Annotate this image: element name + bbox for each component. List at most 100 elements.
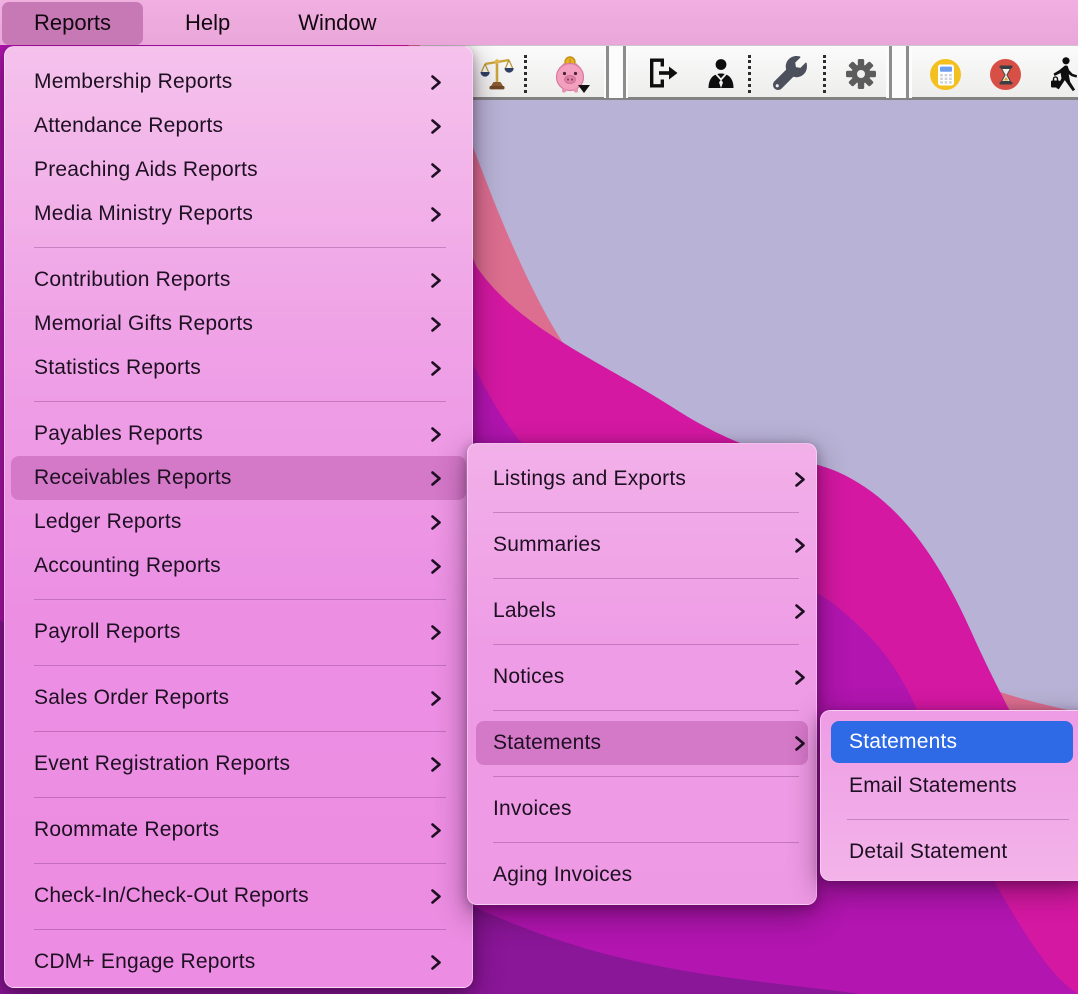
menu-item-label: Notices — [493, 665, 564, 689]
hourglass-timer-icon[interactable] — [990, 59, 1021, 90]
menu-divider — [468, 831, 816, 853]
calculator-icon[interactable] — [930, 59, 961, 90]
menu-item-label: Summaries — [493, 533, 601, 557]
balance-scales-icon[interactable] — [478, 54, 516, 92]
menubar-item-window[interactable]: Window — [266, 2, 408, 45]
chevron-right-icon — [430, 690, 442, 707]
toolbar-separator-double — [886, 46, 912, 98]
chevron-right-icon — [430, 316, 442, 333]
chevron-right-icon — [794, 669, 806, 686]
menu-item-check-in-check-out-reports[interactable]: Check-In/Check-Out Reports — [5, 874, 472, 918]
menu-divider — [468, 501, 816, 523]
menubar-item-label: Help — [185, 10, 230, 36]
receivables-reports-submenu: Listings and Exports Summaries Labels No… — [467, 443, 817, 905]
chevron-right-icon — [430, 360, 442, 377]
menu-item-label: Labels — [493, 599, 556, 623]
menu-divider — [5, 786, 472, 808]
toolbar-separator-dotted — [748, 55, 751, 93]
app-toolbar — [420, 45, 1078, 100]
menu-item-memorial-gifts-reports[interactable]: Memorial Gifts Reports — [5, 302, 472, 346]
menu-item-labels[interactable]: Labels — [468, 589, 816, 633]
menu-item-label: Preaching Aids Reports — [34, 158, 258, 182]
menubar-item-label: Reports — [34, 10, 111, 36]
menu-item-sales-order-reports[interactable]: Sales Order Reports — [5, 676, 472, 720]
menu-item-payables-reports[interactable]: Payables Reports — [5, 412, 472, 456]
menu-item-media-ministry-reports[interactable]: Media Ministry Reports — [5, 192, 472, 236]
menu-item-label: Contribution Reports — [34, 268, 231, 292]
menu-divider — [5, 720, 472, 742]
menu-item-event-registration-reports[interactable]: Event Registration Reports — [5, 742, 472, 786]
chevron-right-icon — [794, 537, 806, 554]
menu-item-label: Ledger Reports — [34, 510, 182, 534]
menu-divider — [468, 633, 816, 655]
chevron-right-icon — [430, 624, 442, 641]
chevron-right-icon — [430, 514, 442, 531]
chevron-right-icon — [430, 206, 442, 223]
menu-divider — [5, 654, 472, 676]
wrench-tools-icon[interactable] — [772, 56, 808, 90]
menu-item-email-statements[interactable]: Email Statements — [821, 764, 1078, 808]
chevron-right-icon — [430, 954, 442, 971]
menu-bar: Reports Help Window — [0, 0, 1078, 45]
menu-item-label: Sales Order Reports — [34, 686, 229, 710]
chevron-right-icon — [430, 822, 442, 839]
menu-item-detail-statement[interactable]: Detail Statement — [821, 830, 1078, 874]
menu-item-preaching-aids-reports[interactable]: Preaching Aids Reports — [5, 148, 472, 192]
piggy-bank-dropdown-caret[interactable] — [578, 85, 590, 93]
chevron-right-icon — [794, 471, 806, 488]
menu-item-attendance-reports[interactable]: Attendance Reports — [5, 104, 472, 148]
menu-item-contribution-reports[interactable]: Contribution Reports — [5, 258, 472, 302]
menu-item-notices[interactable]: Notices — [468, 655, 816, 699]
menu-item-statements-selected[interactable]: Statements — [831, 721, 1073, 763]
menu-item-label: Attendance Reports — [34, 114, 223, 138]
chevron-right-icon — [794, 735, 806, 752]
menu-item-label: Email Statements — [849, 774, 1017, 798]
menubar-item-reports[interactable]: Reports — [2, 2, 143, 45]
menu-item-label: Detail Statement — [849, 840, 1007, 864]
menu-item-statements[interactable]: Statements — [476, 721, 808, 765]
menu-item-aging-invoices[interactable]: Aging Invoices — [468, 853, 816, 897]
menu-item-label: Statistics Reports — [34, 356, 201, 380]
toolbar-separator-dotted — [524, 55, 527, 93]
chevron-right-icon — [430, 162, 442, 179]
chevron-right-icon — [430, 74, 442, 91]
menu-item-statistics-reports[interactable]: Statistics Reports — [5, 346, 472, 390]
menu-item-ledger-reports[interactable]: Ledger Reports — [5, 500, 472, 544]
toolbar-separator-double — [604, 46, 628, 98]
menu-item-label: Payables Reports — [34, 422, 203, 446]
chevron-right-icon — [430, 470, 442, 487]
menu-divider — [821, 808, 1078, 830]
menu-item-roommate-reports[interactable]: Roommate Reports — [5, 808, 472, 852]
menu-divider — [468, 699, 816, 721]
menu-divider — [5, 852, 472, 874]
menu-item-label: Event Registration Reports — [34, 752, 290, 776]
menu-item-listings-and-exports[interactable]: Listings and Exports — [468, 457, 816, 501]
menu-divider — [5, 236, 472, 258]
chevron-right-icon — [794, 603, 806, 620]
menu-item-accounting-reports[interactable]: Accounting Reports — [5, 544, 472, 588]
staff-person-icon[interactable] — [705, 57, 737, 89]
desktop-screen: Reports Help Window Membership Reports A… — [0, 0, 1078, 994]
menu-item-label: Accounting Reports — [34, 554, 221, 578]
menu-item-label: Check-In/Check-Out Reports — [34, 884, 309, 908]
menubar-item-help[interactable]: Help — [153, 2, 262, 45]
menu-item-summaries[interactable]: Summaries — [468, 523, 816, 567]
menu-item-cdm-engage-reports[interactable]: CDM+ Engage Reports — [5, 940, 472, 984]
chevron-right-icon — [430, 118, 442, 135]
menu-item-label: Listings and Exports — [493, 467, 686, 491]
chevron-right-icon — [430, 426, 442, 443]
settings-gear-icon[interactable] — [842, 55, 880, 93]
menu-item-invoices[interactable]: Invoices — [468, 787, 816, 831]
menu-item-receivables-reports[interactable]: Receivables Reports — [11, 456, 466, 500]
menu-item-membership-reports[interactable]: Membership Reports — [5, 60, 472, 104]
menu-item-payroll-reports[interactable]: Payroll Reports — [5, 610, 472, 654]
menu-item-label: Memorial Gifts Reports — [34, 312, 253, 336]
sign-out-door-icon[interactable] — [646, 57, 680, 89]
chevron-right-icon — [430, 558, 442, 575]
statements-submenu: Statements Email Statements Detail State… — [820, 710, 1078, 881]
menubar-item-label: Window — [298, 10, 376, 36]
check-in-out-person-icon[interactable] — [1047, 56, 1078, 92]
menu-item-label: Receivables Reports — [34, 466, 232, 490]
menu-divider — [5, 918, 472, 940]
menu-divider — [468, 765, 816, 787]
